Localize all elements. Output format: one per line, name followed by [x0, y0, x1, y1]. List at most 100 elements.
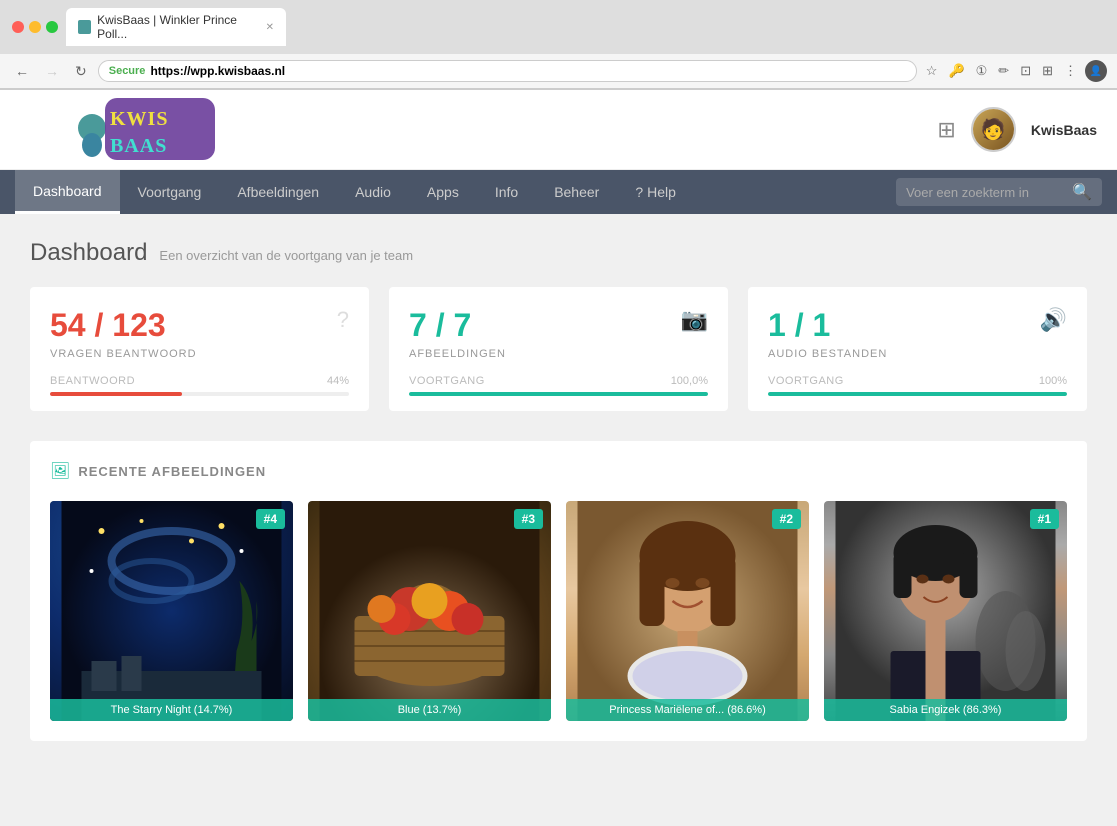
back-button[interactable]: ← — [10, 61, 34, 81]
nav-item-help[interactable]: ? Help — [617, 170, 694, 214]
progress-bar-fill-afbeeldingen — [409, 392, 708, 396]
user-avatar-image: 🧑 — [973, 109, 1014, 150]
stat-number-vragen: 54 / 123 — [50, 307, 349, 344]
address-bar[interactable]: Secure https://wpp.kwisbaas.nl — [98, 60, 917, 82]
app-header: KWIS BAAS ⊞ 🧑 KwisBaas — [0, 90, 1117, 170]
image-woman1 — [566, 501, 809, 721]
help-label: Help — [647, 184, 676, 200]
navigation-bar: Dashboard Voortgang Afbeeldingen Audio A… — [0, 170, 1117, 214]
nav-item-dashboard[interactable]: Dashboard — [15, 170, 120, 214]
starry-night-svg — [50, 501, 293, 721]
forward-button[interactable]: → — [40, 61, 64, 81]
stat-card-afbeeldingen: 7 / 7 AFBEELDINGEN 📷 VOORTGANG 100,0% — [389, 287, 728, 411]
question-icon: ? — [337, 307, 349, 333]
stat-label-audio: AUDIO BESTANDEN — [768, 348, 1067, 360]
nav-search[interactable]: 🔍 — [896, 178, 1102, 206]
search-input[interactable] — [906, 185, 1066, 200]
image-item-2[interactable]: #3 Blue (13.7%) — [308, 501, 551, 721]
progress-bar-fill-audio — [768, 392, 1067, 396]
maximize-dot[interactable] — [46, 21, 58, 33]
grid-icon[interactable]: ⊞ — [937, 117, 955, 143]
logo-svg: KWIS BAAS — [20, 90, 220, 170]
nav-item-beheer[interactable]: Beheer — [536, 170, 617, 214]
stat-card-audio: 1 / 1 AUDIO BESTANDEN 🔊 VOORTGANG 100% — [748, 287, 1087, 411]
close-dot[interactable] — [12, 21, 24, 33]
image-badge-4: #1 — [1030, 509, 1059, 529]
progress-bar-bg-audio — [768, 392, 1067, 396]
fruit-svg — [308, 501, 551, 721]
image-badge-1: #4 — [256, 509, 285, 529]
browser-tab[interactable]: KwisBaas | Winkler Prince Poll... ✕ — [66, 8, 286, 46]
stat-number-afbeeldingen: 7 / 7 — [409, 307, 708, 344]
progress-label-afbeeldingen: VOORTGANG — [409, 375, 485, 387]
page-title-row: Dashboard Een overzicht van de voortgang… — [30, 239, 1087, 267]
progress-percent-audio: 100% — [1039, 375, 1067, 387]
apps-button[interactable]: ⊞ — [1039, 60, 1056, 82]
url-domain: https:// — [150, 64, 190, 78]
browser-actions: ☆ 🔑 ① ✏ ⊡ ⊞ ⋮ 👤 — [923, 60, 1107, 82]
progress-percent-vragen: 44% — [327, 375, 349, 387]
stat-label-vragen: VRAGEN BEANTWOORD — [50, 348, 349, 360]
image-woman2 — [824, 501, 1067, 721]
stat-card-vragen: 54 / 123 VRAGEN BEANTWOORD ? BEANTWOORD … — [30, 287, 369, 411]
profile-icon[interactable]: 👤 — [1085, 60, 1107, 82]
progress-row-vragen: BEANTWOORD 44% — [50, 375, 349, 387]
tab-favicon — [78, 20, 91, 34]
edit-button[interactable]: ✏ — [995, 60, 1012, 82]
notification-button[interactable]: ① — [973, 60, 991, 82]
nav-item-apps[interactable]: Apps — [409, 170, 477, 214]
search-icon: 🔍 — [1072, 182, 1092, 202]
page-title: Dashboard — [30, 239, 147, 267]
nav-item-afbeeldingen[interactable]: Afbeeldingen — [219, 170, 337, 214]
woman2-svg — [824, 501, 1067, 721]
progress-bar-bg-afbeeldingen — [409, 392, 708, 396]
image-badge-2: #3 — [514, 509, 543, 529]
cast-button[interactable]: ⊡ — [1017, 60, 1034, 82]
image-fruit — [308, 501, 551, 721]
image-caption-1: The Starry Night (14.7%) — [50, 699, 293, 721]
image-caption-2: Blue (13.7%) — [308, 699, 551, 721]
audio-icon: 🔊 — [1040, 307, 1067, 333]
images-grid: #4 The Starry Night (14.7%) — [50, 501, 1067, 721]
image-badge-3: #2 — [772, 509, 801, 529]
nav-item-audio[interactable]: Audio — [337, 170, 409, 214]
tab-title: KwisBaas | Winkler Prince Poll... — [97, 13, 259, 41]
reload-button[interactable]: ↻ — [70, 61, 92, 82]
image-item-3[interactable]: #2 Princess Mariëlene of... (86.6%) — [566, 501, 809, 721]
stats-row: 54 / 123 VRAGEN BEANTWOORD ? BEANTWOORD … — [30, 287, 1087, 411]
image-starry-night — [50, 501, 293, 721]
progress-bar-fill-vragen — [50, 392, 182, 396]
minimize-dot[interactable] — [29, 21, 41, 33]
browser-toolbar: ← → ↻ Secure https://wpp.kwisbaas.nl ☆ 🔑… — [0, 54, 1117, 89]
image-item-1[interactable]: #4 The Starry Night (14.7%) — [50, 501, 293, 721]
image-caption-3: Princess Mariëlene of... (86.6%) — [566, 699, 809, 721]
nav-item-voortgang[interactable]: Voortgang — [120, 170, 220, 214]
tab-close-button[interactable]: ✕ — [266, 22, 274, 33]
woman1-svg — [566, 501, 809, 721]
extensions-button[interactable]: 🔑 — [945, 60, 967, 82]
main-content: Dashboard Een overzicht van de voortgang… — [0, 214, 1117, 766]
progress-row-afbeeldingen: VOORTGANG 100,0% — [409, 375, 708, 387]
image-caption-4: Sabia Engizek (86.3%) — [824, 699, 1067, 721]
menu-button[interactable]: ⋮ — [1061, 60, 1080, 82]
progress-label-audio: VOORTGANG — [768, 375, 844, 387]
svg-text:BAAS: BAAS — [110, 135, 167, 157]
header-right: ⊞ 🧑 KwisBaas — [937, 107, 1097, 152]
progress-row-audio: VOORTGANG 100% — [768, 375, 1067, 387]
url-bold: wpp.kwisbaas.nl — [190, 64, 285, 78]
image-section-icon: 🖼 — [50, 461, 70, 481]
help-question-icon: ? — [635, 184, 643, 200]
progress-label-vragen: BEANTWOORD — [50, 375, 135, 387]
stat-number-audio: 1 / 1 — [768, 307, 1067, 344]
address-url: https://wpp.kwisbaas.nl — [150, 64, 285, 78]
nav-item-info[interactable]: Info — [477, 170, 536, 214]
image-item-4[interactable]: #1 Sabia Engizek (86.3%) — [824, 501, 1067, 721]
secure-badge: Secure — [109, 65, 146, 77]
stat-label-afbeeldingen: AFBEELDINGEN — [409, 348, 708, 360]
bookmark-button[interactable]: ☆ — [923, 60, 941, 82]
progress-bar-bg-vragen — [50, 392, 349, 396]
username-label: KwisBaas — [1031, 122, 1097, 138]
svg-text:KWIS: KWIS — [110, 108, 168, 130]
user-avatar: 🧑 — [971, 107, 1016, 152]
page-subtitle: Een overzicht van de voortgang van je te… — [159, 248, 413, 263]
